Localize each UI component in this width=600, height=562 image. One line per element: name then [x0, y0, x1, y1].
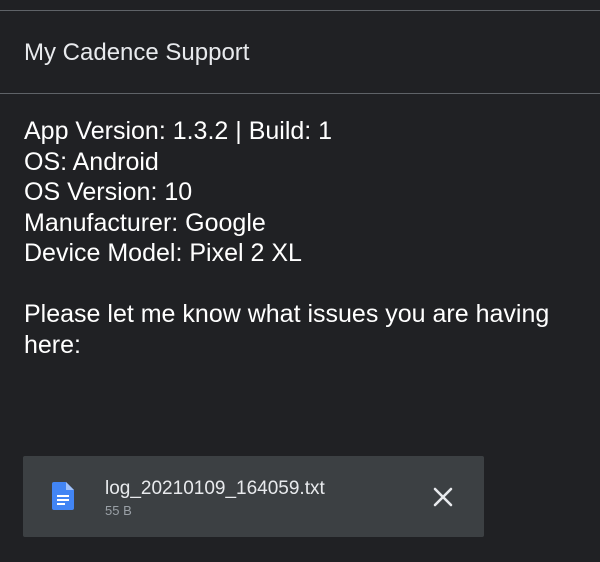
close-icon [433, 487, 453, 507]
subject-divider [0, 93, 600, 94]
os-line: OS: Android [24, 147, 159, 176]
os-version-line: OS Version: 10 [24, 178, 193, 206]
top-divider [0, 10, 600, 11]
issue-prompt: Please let me know what issues you are h… [24, 300, 550, 359]
document-icon [52, 482, 74, 510]
device-model-line: Device Model: Pixel 2 XL [24, 239, 302, 267]
manufacturer-line: Manufacturer: Google [24, 208, 266, 237]
attachment-file-size: 55 B [105, 503, 132, 518]
app-version-line: App Version: 1.3.2 | Build: 1 [24, 117, 333, 145]
remove-attachment-button[interactable] [424, 478, 462, 516]
attachment-chip[interactable]: log_20210109_164059.txt 55 B [23, 456, 484, 537]
email-body[interactable]: App Version: 1.3.2 | Build: 1 OS: Androi… [24, 116, 580, 360]
attachment-file-name: log_20210109_164059.txt [105, 478, 325, 499]
email-subject[interactable]: My Cadence Support [24, 36, 249, 70]
